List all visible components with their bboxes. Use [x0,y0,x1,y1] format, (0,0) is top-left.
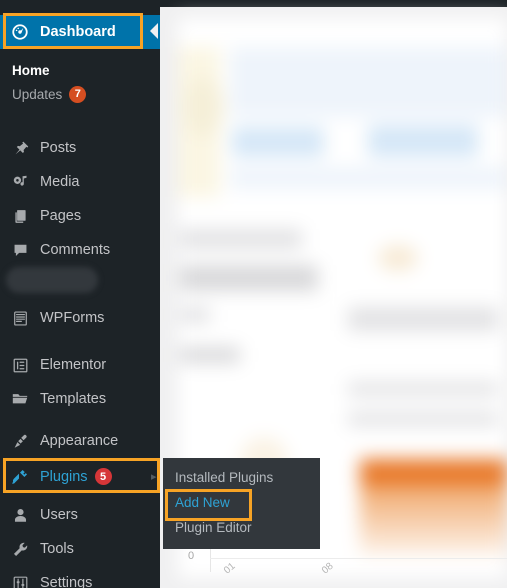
updates-count-badge: 7 [69,85,87,103]
sidebar-item-label: Posts [40,140,77,156]
flyout-item-add-new[interactable]: Add New [163,490,320,515]
sidebar-item-pages[interactable]: Pages [0,199,160,233]
sidebar-item-label: Settings [40,575,93,588]
pages-icon [9,206,31,226]
wpforms-icon [9,308,31,328]
admin-sidebar: Dashboard Home Updates 7 Posts Media Pag… [0,0,160,588]
plugins-flyout-menu: Installed Plugins Add New Plugin Editor [163,458,320,549]
submenu-item-home[interactable]: Home [0,58,160,82]
user-icon [9,505,31,525]
dashboard-submenu: Home Updates 7 [0,52,160,114]
flyout-item-label: Add New [175,495,230,510]
flyout-item-plugin-editor[interactable]: Plugin Editor [163,515,320,540]
sidebar-item-appearance[interactable]: Appearance [0,424,160,458]
submenu-item-label: Home [12,62,50,78]
comment-icon [9,240,31,260]
submenu-item-label: Updates [12,86,63,102]
sidebar-item-label: Elementor [40,357,107,373]
sliders-icon [9,573,31,588]
current-menu-arrow [150,23,158,39]
sidebar-item-wpforms[interactable]: WPForms [0,301,160,335]
sidebar-item-tools[interactable]: Tools [0,532,160,566]
wordpress-admin-screen: 0 01 08 Dashboard Home Updates 7 Posts M… [0,0,507,588]
plug-icon [9,467,31,487]
chevron-right-icon: ▸ [151,471,157,483]
sidebar-item-label: Plugins [40,468,88,485]
sidebar-item-elementor[interactable]: Elementor [0,348,160,382]
dashboard-gauge-icon [9,22,31,42]
sidebar-item-label: Media [40,174,80,190]
brush-icon [9,431,31,451]
sidebar-item-label: Dashboard [40,24,116,40]
sidebar-item-label: Templates [40,391,107,407]
flyout-item-label: Installed Plugins [175,470,274,485]
sidebar-item-users[interactable]: Users [0,498,160,532]
sidebar-item-label: Appearance [40,433,119,449]
chart-y-tick: 0 [188,550,195,562]
plugins-count-badge: 5 [94,468,112,485]
sidebar-item-plugins[interactable]: Plugins 5 [0,459,160,494]
chart-x-tick: 08 [320,560,336,577]
sidebar-top-strip [0,0,160,7]
sidebar-item-redacted[interactable] [6,267,98,293]
wrench-icon [9,539,31,559]
sidebar-item-label: Pages [40,208,82,224]
sidebar-item-label: Comments [40,242,111,258]
admin-bar [160,0,507,7]
flyout-item-label: Plugin Editor [175,520,252,535]
sidebar-item-label: WPForms [40,310,105,326]
sidebar-item-label: Users [40,507,78,523]
sidebar-item-media[interactable]: Media [0,165,160,199]
elementor-icon [9,355,31,375]
sidebar-item-comments[interactable]: Comments [0,233,160,267]
sidebar-item-dashboard[interactable]: Dashboard [0,15,160,49]
sidebar-item-settings[interactable]: Settings [0,566,160,588]
sidebar-item-templates[interactable]: Templates [0,382,160,416]
sidebar-item-label: Tools [40,541,74,557]
media-icon [9,172,31,192]
sidebar-item-posts[interactable]: Posts [0,131,160,165]
flyout-item-installed-plugins[interactable]: Installed Plugins [163,465,320,490]
submenu-item-updates[interactable]: Updates 7 [0,82,160,106]
folder-icon [9,389,31,409]
chart-x-tick: 01 [222,560,238,577]
pin-icon [9,138,31,158]
